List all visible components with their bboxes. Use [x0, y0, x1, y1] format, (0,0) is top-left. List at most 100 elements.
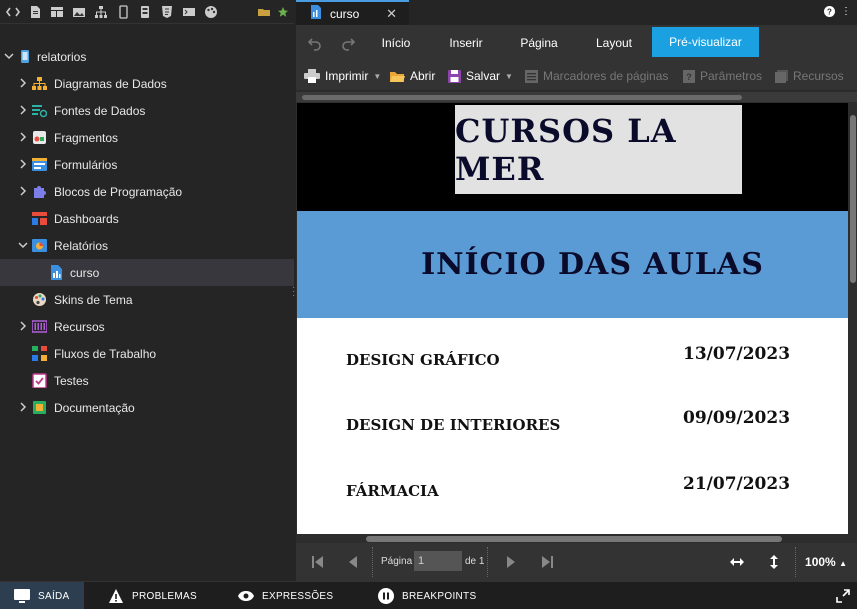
tree-item-recursos[interactable]: Recursos [0, 313, 294, 340]
tree-item-skins[interactable]: Skins de Tema [0, 286, 294, 313]
expand-panel-icon[interactable] [835, 582, 851, 609]
tree-root[interactable]: relatorios [0, 43, 294, 70]
html5-icon[interactable] [159, 5, 174, 19]
resources-label: Recursos [793, 69, 844, 83]
fragment-icon [32, 130, 47, 145]
parameters-icon: ? [683, 69, 695, 83]
tree-item-label: Skins de Tema [54, 292, 133, 307]
chevron-down-icon[interactable] [17, 239, 29, 251]
chevron-right-icon[interactable] [17, 131, 29, 143]
resources-button[interactable]: Recursos [775, 61, 844, 91]
course-name: FÁRMACIA [346, 482, 439, 500]
resources-icon [31, 319, 48, 334]
previous-page-icon[interactable] [346, 555, 360, 569]
explorer-panel: relatorios Diagramas de Dados Fontes de … [0, 0, 295, 581]
first-page-icon[interactable] [311, 555, 325, 569]
bookmarks-button[interactable]: Marcadores de páginas [525, 61, 668, 91]
fit-height-icon[interactable] [767, 555, 781, 569]
folder-small-icon[interactable] [256, 5, 271, 19]
chevron-right-icon[interactable] [17, 320, 29, 332]
help-icon[interactable]: ? [824, 6, 835, 20]
document-icon[interactable] [27, 5, 42, 19]
chevron-down-icon[interactable] [3, 50, 15, 62]
tree-item-label: Relatórios [54, 238, 109, 253]
tab-breakpoints[interactable]: BREAKPOINTS [378, 582, 476, 609]
vertical-scrollbar[interactable] [849, 111, 857, 541]
preview-toolbar: Imprimir ▼ Abrir Salvar ▼ Marcadores de … [296, 61, 857, 91]
tree-item-relatorios[interactable]: Relatórios [0, 232, 294, 259]
tree-item-testes[interactable]: Testes [0, 367, 294, 394]
tab-pre-visualizar[interactable]: Pré-visualizar [652, 27, 759, 57]
page-number-input[interactable] [414, 551, 462, 571]
chevron-right-icon[interactable] [17, 77, 29, 89]
sitemap-icon[interactable] [93, 5, 108, 19]
tree-item-label: Recursos [54, 319, 105, 334]
editor-tabbar: curso ✕ ? ⋮ [296, 0, 857, 25]
tab-inicio[interactable]: Início [374, 25, 418, 61]
tree-item-dashboards[interactable]: Dashboards [0, 205, 294, 232]
zoom-value: 100% [805, 555, 836, 569]
parameters-button[interactable]: ? Parâmetros [683, 61, 762, 91]
tree-item-blocos[interactable]: Blocos de Programação [0, 178, 294, 205]
panel-splitter[interactable]: · · · [292, 283, 295, 301]
save-label: Salvar [466, 69, 501, 83]
tab-pagina[interactable]: Página [514, 25, 564, 61]
redo-icon[interactable] [340, 35, 356, 51]
report-page: CURSOS LA MER INÍCIO DAS AULAS DESIGN GR… [297, 103, 848, 543]
scrollbar-thumb[interactable] [850, 115, 856, 283]
tree-item-fontes[interactable]: Fontes de Dados [0, 97, 294, 124]
save-button[interactable]: Salvar ▼ [448, 61, 513, 91]
scrollbar-thumb[interactable] [366, 536, 782, 542]
next-page-icon[interactable] [504, 555, 518, 569]
tab-layout[interactable]: Layout [588, 25, 640, 61]
tab-expressions[interactable]: EXPRESSÕES [238, 582, 333, 609]
tree-item-fluxos[interactable]: Fluxos de Trabalho [0, 340, 294, 367]
tab-inserir[interactable]: Inserir [442, 25, 490, 61]
mobile-icon[interactable] [115, 4, 130, 19]
tree-item-documentacao[interactable]: Documentação [0, 394, 294, 421]
report-viewport: CURSOS LA MER INÍCIO DAS AULAS DESIGN GR… [296, 103, 857, 543]
tab-curso[interactable]: curso ✕ [296, 0, 409, 25]
chevron-right-icon[interactable] [17, 401, 29, 413]
terminal-icon[interactable] [181, 5, 196, 19]
horizontal-scrollbar-top[interactable] [296, 92, 857, 102]
layout-icon[interactable] [49, 5, 64, 19]
print-label: Imprimir [325, 69, 369, 83]
zoom-dropdown[interactable]: 100% ▲ [805, 555, 847, 569]
caret-down-icon: ▼ [505, 71, 513, 81]
close-icon[interactable]: ✕ [386, 6, 397, 22]
dashboard-icon [32, 211, 47, 226]
fit-width-icon[interactable] [730, 555, 744, 569]
tab-problems[interactable]: PROBLEMAS [108, 582, 197, 609]
chevron-right-icon[interactable] [17, 104, 29, 116]
tree-item-label: Testes [54, 373, 89, 388]
tree-item-formularios[interactable]: Formulários [0, 151, 294, 178]
last-page-icon[interactable] [540, 555, 554, 569]
scrollbar-thumb[interactable] [302, 95, 742, 100]
chevron-right-icon[interactable] [17, 185, 29, 197]
window-controls: ? ⋮ [824, 6, 851, 20]
print-button[interactable]: Imprimir ▼ [304, 61, 381, 91]
more-options-icon[interactable]: ⋮ [841, 6, 851, 20]
editor-panel: curso ✕ ? ⋮ Início Inserir Página Layout… [296, 0, 857, 581]
data-source-icon [32, 103, 48, 118]
open-button[interactable]: Abrir [390, 61, 435, 91]
course-date: 13/07/2023 [683, 344, 791, 364]
parameters-label: Parâmetros [700, 69, 763, 83]
server-icon[interactable] [137, 5, 152, 19]
tree-item-diagramas[interactable]: Diagramas de Dados [0, 70, 294, 97]
tree-item-label: Diagramas de Dados [54, 76, 167, 91]
tree-item-curso[interactable]: curso [0, 259, 294, 286]
caret-up-icon: ▲ [839, 559, 847, 568]
chevron-right-icon[interactable] [17, 158, 29, 170]
code-icon[interactable] [5, 5, 20, 19]
tree-item-fragmentos[interactable]: Fragmentos [0, 124, 294, 151]
undo-icon[interactable] [307, 35, 323, 51]
palette-icon[interactable] [203, 5, 218, 19]
tab-output[interactable]: SAÍDA [0, 582, 84, 609]
star-icon[interactable] [275, 5, 290, 19]
image-icon[interactable] [71, 5, 86, 19]
course-date: 09/09/2023 [683, 408, 791, 428]
bookmarks-label: Marcadores de páginas [543, 69, 669, 83]
tree-item-label: Fontes de Dados [54, 103, 146, 118]
